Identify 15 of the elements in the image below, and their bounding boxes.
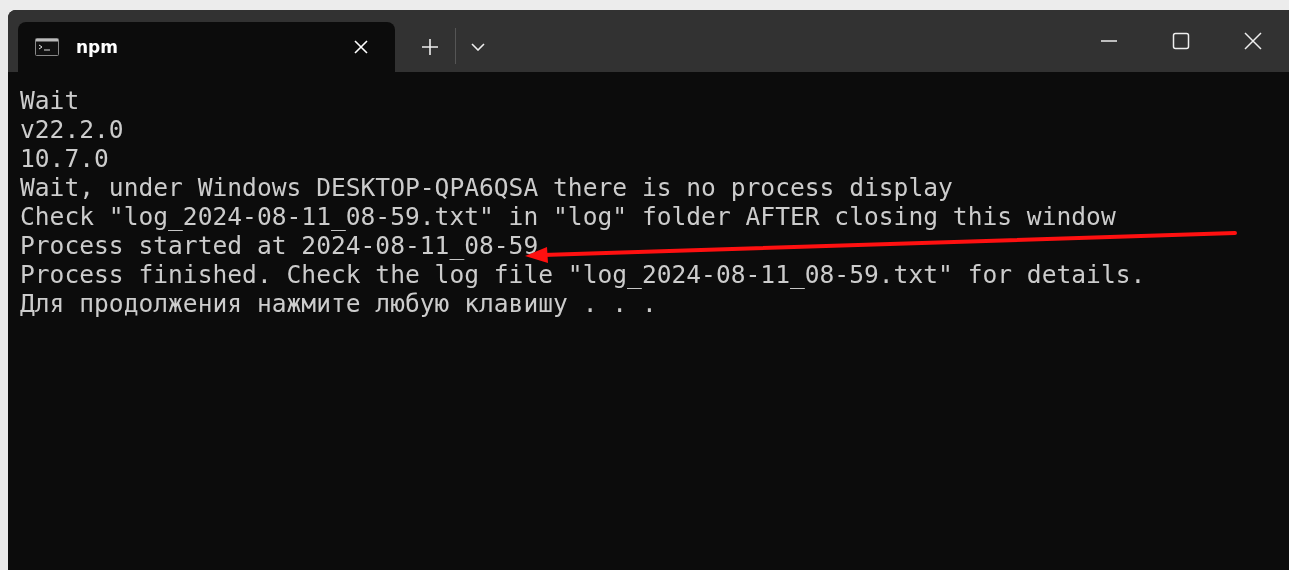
tab-title: npm <box>76 37 119 57</box>
terminal-line: Wait, under Windows DESKTOP-QPA6QSA there is no process display <box>20 173 953 202</box>
close-icon[interactable] <box>1244 32 1262 50</box>
terminal-line: v22.2.0 <box>20 115 124 144</box>
terminal-line: Для продолжения нажмите любую клавишу . . . <box>20 289 657 318</box>
terminal-line: Process started at 2024-08-11_08-59 <box>20 231 539 260</box>
terminal-line: Process finished. Check the log file "log_2024-08-11_08-59.txt" for details. <box>20 260 1146 289</box>
terminal-line: Check "log_2024-08-11_08-59.txt" in "log" folder AFTER closing this window <box>20 202 1116 231</box>
maximize-icon[interactable] <box>1172 32 1190 50</box>
tab[interactable]: npm <box>18 22 395 72</box>
console-icon <box>35 38 59 56</box>
terminal-line: Wait <box>20 86 80 115</box>
chevron-down-icon[interactable] <box>471 43 485 51</box>
terminal-line: 10.7.0 <box>20 144 109 173</box>
plus-icon[interactable] <box>421 38 439 56</box>
